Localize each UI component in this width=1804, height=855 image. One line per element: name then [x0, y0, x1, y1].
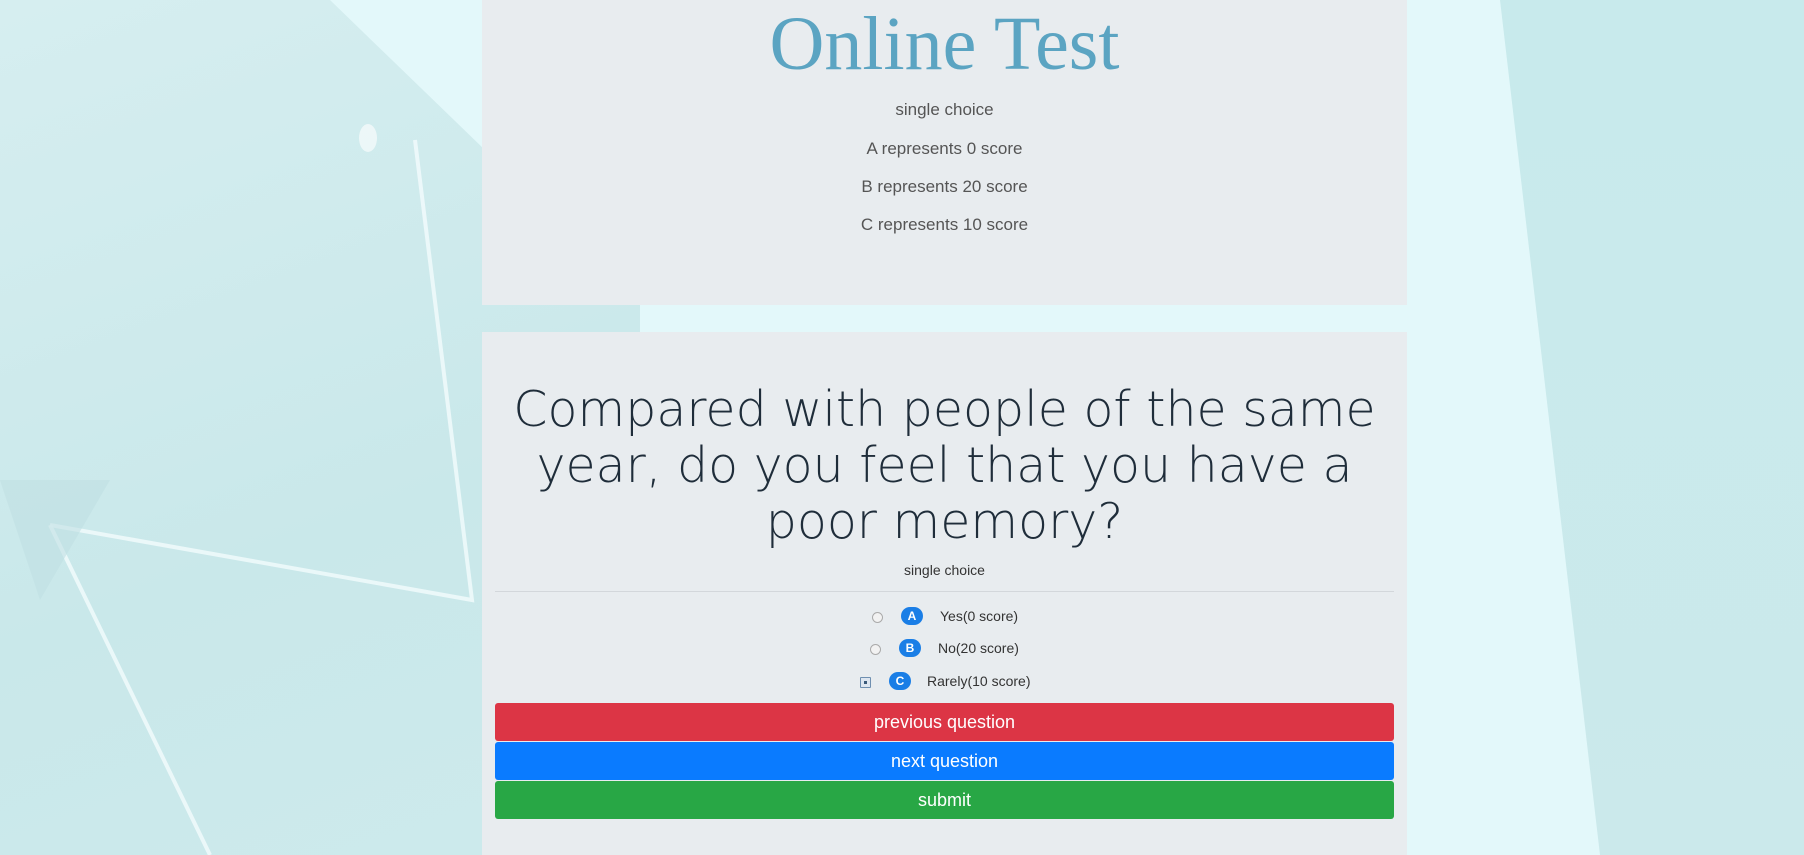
option-b[interactable]: B No(20 score) [482, 638, 1407, 662]
next-question-button[interactable]: next question [495, 742, 1394, 780]
option-a-label[interactable]: Yes(0 score) [940, 608, 1018, 624]
option-b-badge: B [899, 639, 921, 657]
option-c-badge: C [889, 672, 911, 690]
divider [495, 591, 1394, 592]
question-text: Compared with people of the same year, d… [513, 381, 1376, 550]
info-line-a: A represents 0 score [866, 139, 1023, 158]
option-c-label[interactable]: Rarely(10 score) [927, 673, 1030, 689]
option-b-radio[interactable] [870, 644, 881, 655]
info-line-b: B represents 20 score [861, 177, 1028, 196]
info-line-type: single choice [895, 100, 994, 119]
test-info-panel: Online Test single choice A represents 0… [482, 0, 1407, 305]
submit-button[interactable]: submit [495, 781, 1394, 819]
page-title: Online Test [769, 2, 1120, 86]
previous-question-button[interactable]: previous question [495, 703, 1394, 741]
option-b-label[interactable]: No(20 score) [938, 640, 1019, 656]
option-a-badge: A [901, 607, 923, 625]
option-c-radio[interactable] [860, 677, 871, 688]
option-a[interactable]: A Yes(0 score) [482, 606, 1407, 630]
question-type: single choice [904, 562, 985, 578]
question-panel: Compared with people of the same year, d… [482, 332, 1407, 855]
option-c[interactable]: C Rarely(10 score) [482, 671, 1407, 695]
option-a-radio[interactable] [872, 612, 883, 623]
info-line-c: C represents 10 score [860, 215, 1029, 234]
